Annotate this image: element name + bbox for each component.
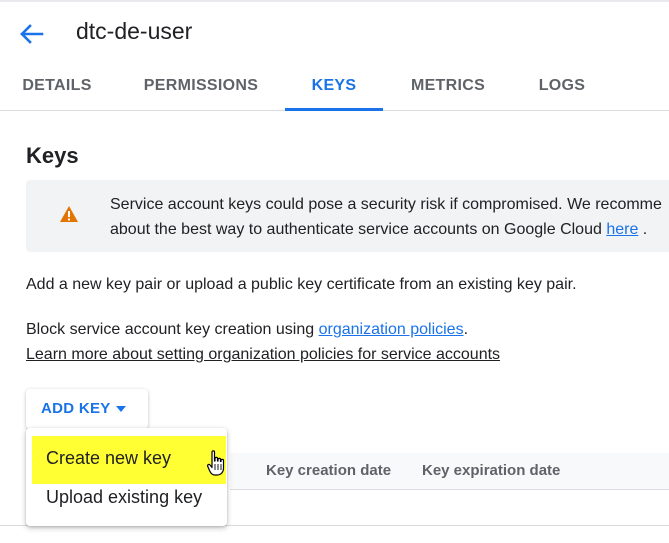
tab-bar: DETAILS PERMISSIONS KEYS METRICS LOGS xyxy=(0,64,669,111)
warning-line-1: Service account keys could pose a securi… xyxy=(110,196,662,213)
policy-suffix: . xyxy=(463,321,469,338)
tab-permissions[interactable]: PERMISSIONS xyxy=(138,64,264,110)
page-header: dtc-de-user xyxy=(0,2,669,64)
learn-more-link[interactable]: Learn more about setting organization po… xyxy=(26,346,500,364)
policy-text: Block service account key creation using… xyxy=(26,321,468,339)
add-key-label: ADD KEY xyxy=(41,400,111,417)
warning-line-2-text: about the best way to authenticate servi… xyxy=(110,221,607,238)
menu-item-label: Create new key xyxy=(46,448,172,468)
tab-metrics[interactable]: METRICS xyxy=(404,64,492,110)
warning-here-link[interactable]: here xyxy=(606,221,638,238)
intro-text: Add a new key pair or upload a public ke… xyxy=(26,276,577,293)
organization-policies-link[interactable]: organization policies xyxy=(319,321,464,338)
policy-prefix: Block service account key creation using xyxy=(26,321,319,338)
warning-banner: Service account keys could pose a securi… xyxy=(26,180,669,252)
add-key-dropdown-menu: Create new key Upload existing key xyxy=(26,428,227,526)
tab-details[interactable]: DETAILS xyxy=(16,64,98,110)
caret-down-icon xyxy=(116,406,126,412)
column-key-creation-date[interactable]: Key creation date xyxy=(266,462,391,479)
tab-keys[interactable]: KEYS xyxy=(285,64,383,111)
warning-text: Service account keys could pose a securi… xyxy=(110,192,669,242)
menu-item-upload-existing-key[interactable]: Upload existing key xyxy=(26,482,227,522)
tab-logs[interactable]: LOGS xyxy=(530,64,594,110)
add-key-button[interactable]: ADD KEY xyxy=(26,389,148,429)
section-title: Keys xyxy=(26,143,79,168)
warning-line-2: about the best way to authenticate servi… xyxy=(110,217,669,242)
menu-item-create-new-key[interactable]: Create new key xyxy=(32,436,226,484)
back-arrow-icon[interactable] xyxy=(17,22,45,46)
warning-line-2-suffix: . xyxy=(638,221,648,238)
column-key-expiration-date[interactable]: Key expiration date xyxy=(422,462,560,479)
keys-table-header: Key creation date Key expiration date xyxy=(230,453,669,490)
page-title: dtc-de-user xyxy=(76,18,193,44)
menu-item-label: Upload existing key xyxy=(46,487,203,507)
hand-pointer-cursor-icon xyxy=(207,450,225,476)
warning-icon xyxy=(60,206,78,222)
